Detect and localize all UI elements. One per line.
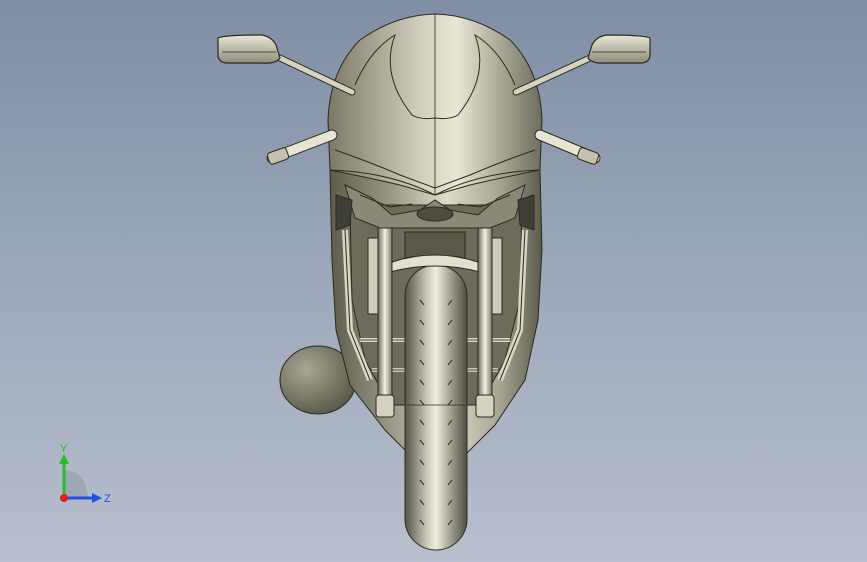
side-vent-left bbox=[335, 194, 353, 231]
handlebar-left bbox=[266, 129, 338, 165]
x-axis-dot-icon bbox=[60, 494, 68, 502]
triad-plane-shading bbox=[64, 470, 88, 498]
fork-right bbox=[477, 219, 493, 416]
mirror-right bbox=[587, 34, 651, 64]
air-intake bbox=[416, 206, 454, 222]
z-axis-arrow-icon bbox=[92, 493, 102, 503]
graphics-viewport[interactable]: Y Z bbox=[0, 0, 867, 562]
radiator bbox=[404, 231, 466, 259]
y-axis-label: Y bbox=[60, 443, 68, 455]
handlebar-right bbox=[534, 129, 601, 165]
fork-left bbox=[377, 219, 393, 416]
front-tire bbox=[404, 264, 468, 551]
motorcycle-model[interactable] bbox=[0, 0, 867, 562]
z-axis-label: Z bbox=[104, 493, 111, 505]
y-axis-arrow-icon bbox=[59, 454, 69, 464]
side-vent-right bbox=[517, 194, 535, 231]
orientation-triad: Y Z bbox=[59, 443, 111, 505]
mirror-left bbox=[217, 34, 281, 64]
